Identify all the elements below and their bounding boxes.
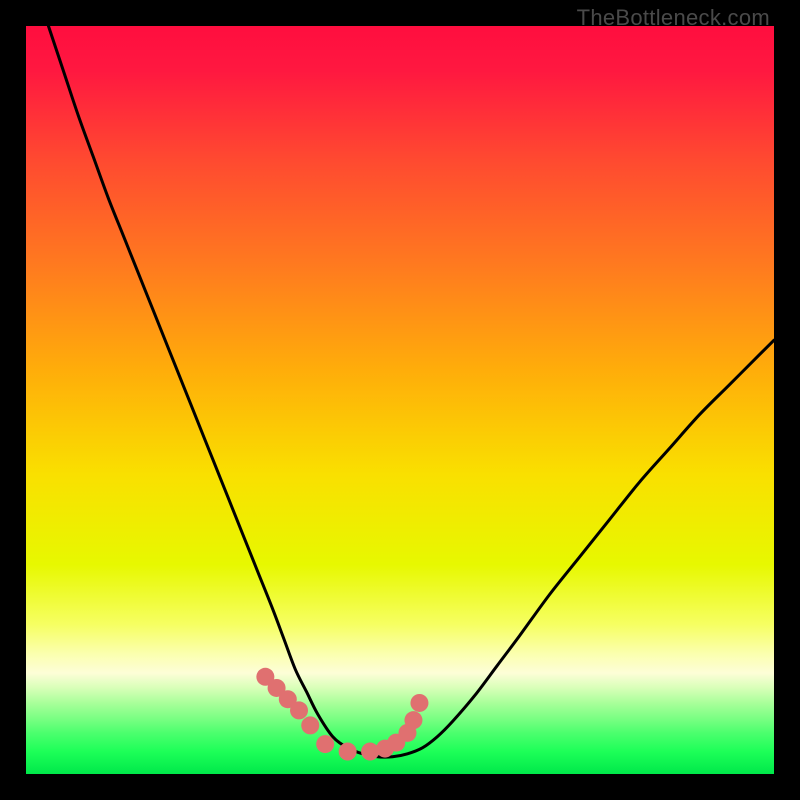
curve-marker [301,716,319,734]
curve-marker [361,743,379,761]
curve-marker [410,694,428,712]
curve-marker [316,735,334,753]
chart-svg-layer [26,26,774,774]
marker-group [256,668,428,761]
curve-marker [404,711,422,729]
chart-plot-area [26,26,774,774]
curve-marker [290,701,308,719]
watermark-text: TheBottleneck.com [577,5,770,31]
bottleneck-curve [48,26,774,757]
chart-frame: TheBottleneck.com [0,0,800,800]
curve-marker [339,743,357,761]
